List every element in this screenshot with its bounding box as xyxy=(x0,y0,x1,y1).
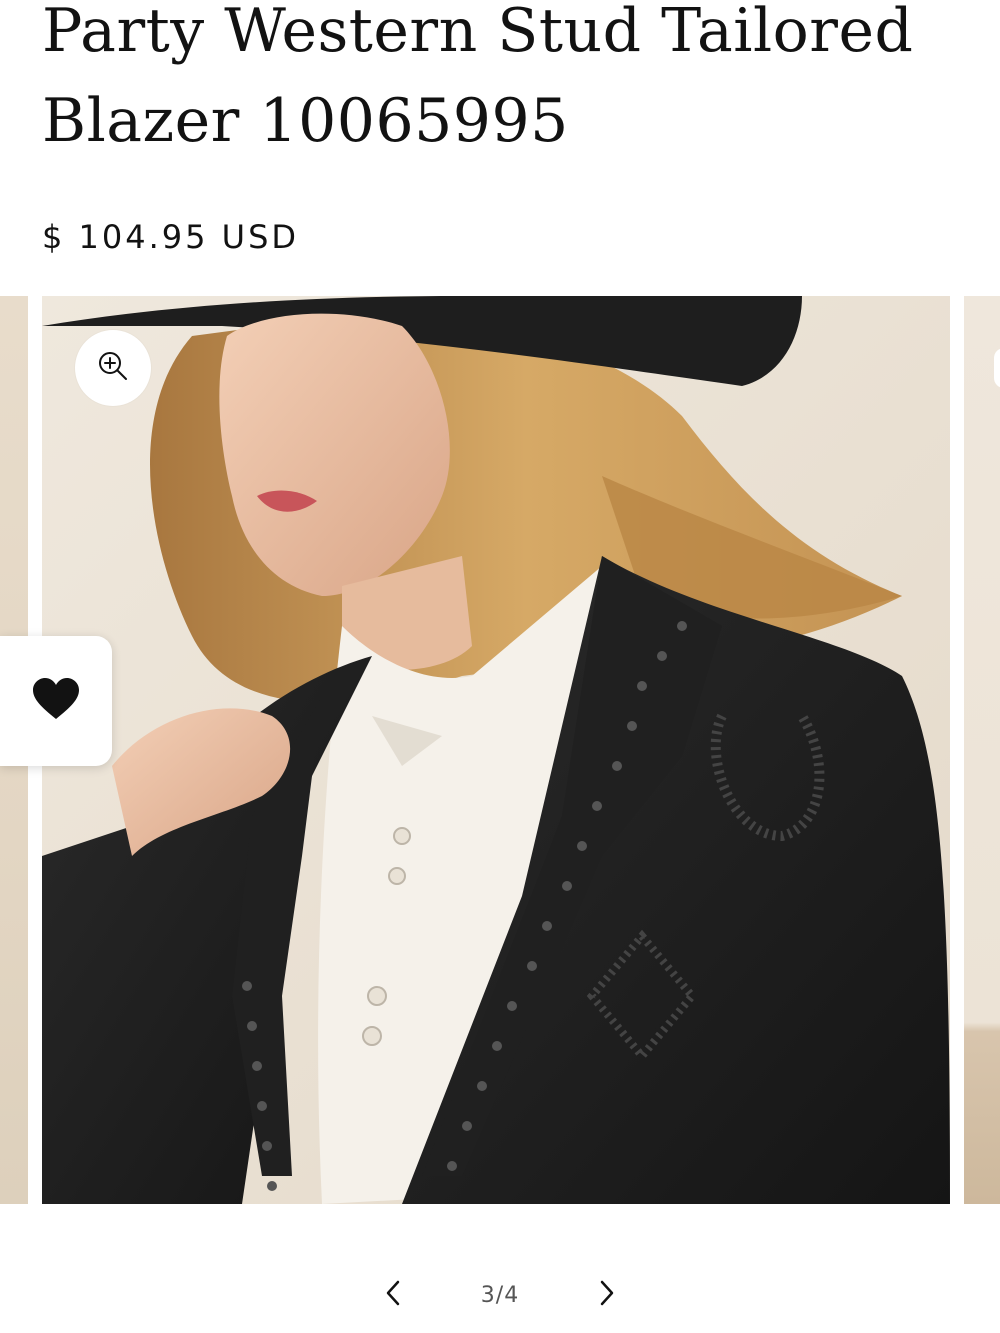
heart-icon xyxy=(31,677,81,726)
product-title: Party Western Stud Tailored Blazer 10065… xyxy=(42,0,914,156)
previous-slide-button[interactable] xyxy=(370,1272,416,1318)
zoom-in-icon xyxy=(96,349,130,388)
chevron-right-icon xyxy=(597,1278,617,1313)
next-slide-zoom-button-peek xyxy=(994,348,1000,388)
zoom-button[interactable] xyxy=(75,330,151,406)
slide-counter: 3/4 xyxy=(480,1282,520,1308)
next-slide-peek[interactable] xyxy=(964,296,1000,1204)
product-gallery xyxy=(0,296,1000,1204)
product-image[interactable] xyxy=(42,296,950,1204)
next-slide-button[interactable] xyxy=(584,1272,630,1318)
gallery-pager: 3/4 xyxy=(370,1270,630,1320)
chevron-left-icon xyxy=(383,1278,403,1313)
product-price: $ 104.95 USD xyxy=(42,218,300,256)
wishlist-button[interactable] xyxy=(0,636,112,766)
